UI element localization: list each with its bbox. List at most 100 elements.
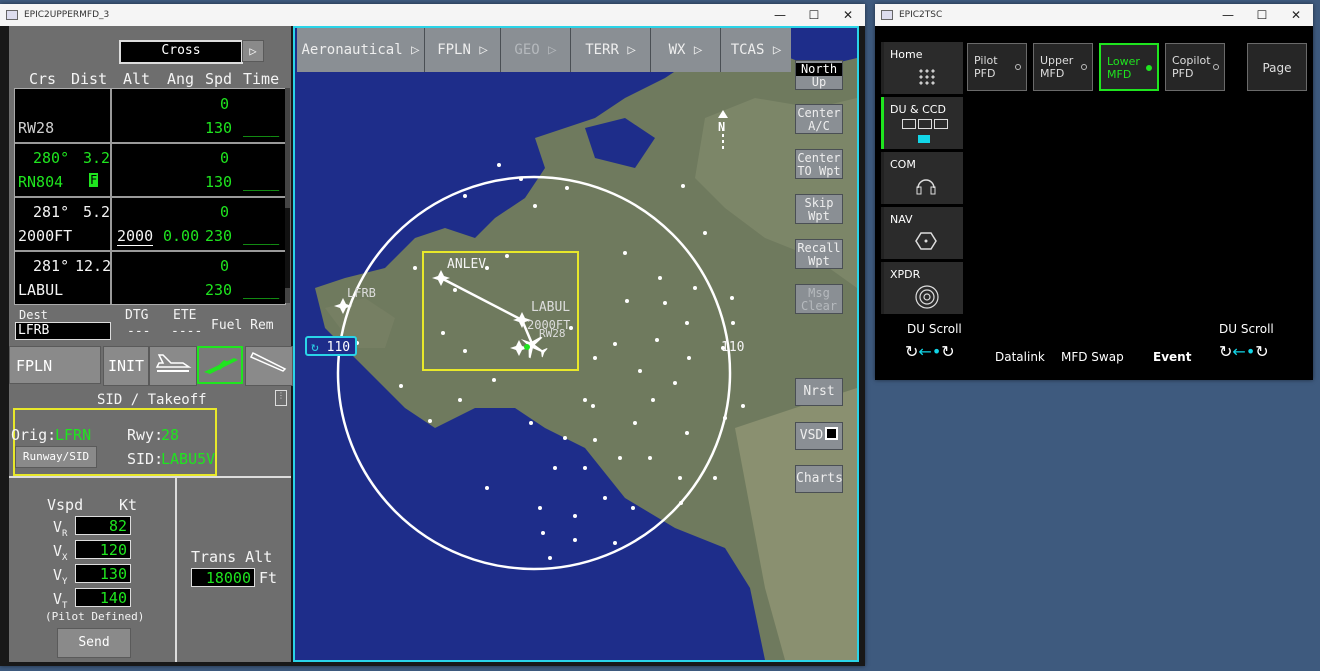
trans-alt-unit: Ft [259,569,278,587]
range-selector[interactable]: ↻ 110 [305,336,357,356]
send-button[interactable]: Send [57,628,131,658]
leg-spd-top: 0 [220,95,230,113]
orig-value: LFRN [55,426,92,444]
vr-label: VR [53,518,68,539]
tab-tcas[interactable]: TCAS ▷ [721,28,791,72]
lfrb-waypoint-icon [334,298,352,314]
side-home[interactable]: Home [881,42,963,94]
vt-label: VT [53,590,68,611]
upper-mfd-button[interactable]: Upper MFD [1033,43,1093,91]
map-overlay [334,110,745,571]
nrst-button[interactable]: Nrst [795,378,843,406]
center-ac-button[interactable]: Center A/C [795,104,843,134]
north-up-button[interactable]: North Up [795,60,843,90]
du-scroll-right-control[interactable]: ↻←•↻ [1219,342,1269,361]
display-units-icon [902,119,948,143]
dest-field[interactable]: LFRB [15,322,111,340]
leg-row[interactable]: 281° 12.2 LABUL 0 230 ____ [15,251,285,304]
hdr-time: Time [243,70,280,88]
leg-distance: 12.2 [75,257,112,275]
leg-flyover-flag: F [89,173,99,187]
datalink-button[interactable]: Datalink [995,350,1045,364]
tab-aeronautical[interactable]: Aeronautical ▷ [297,28,425,72]
leg-distance: 3.2 [83,149,111,167]
center-to-wpt-button[interactable]: Center TO Wpt [795,149,843,179]
fpln-button[interactable]: FPLN [9,346,101,384]
takeoff-button[interactable] [197,346,243,384]
maximize-button[interactable]: ☐ [1245,4,1279,26]
ete-label: ETE [173,308,197,323]
tab-wx[interactable]: WX ▷ [651,28,721,72]
radio-indicator [1213,64,1219,70]
side-com[interactable]: COM [881,152,963,204]
side-xpdr-label: XPDR [890,268,921,281]
fms-panel: Cross ▷ Crs Dist Alt Ang Spd Time RW28 0… [9,26,293,662]
legs-scrollbar[interactable] [285,88,290,303]
sid-value: LABU5V [161,450,216,468]
aircraft-ground-icon [155,354,192,372]
maximize-button[interactable]: ☐ [797,4,831,26]
taxi-button[interactable] [149,346,197,386]
vx-field[interactable]: 120 [75,540,131,559]
copilot-pfd-button[interactable]: Copilot PFD [1165,43,1225,91]
charts-button[interactable]: Charts [795,465,843,493]
runway-sid-button[interactable]: Runway/SID [15,446,97,468]
map-waypoint-dots [355,163,745,560]
side-nav[interactable]: NAV [881,207,963,259]
north-label: N [718,120,726,134]
side-du-ccd[interactable]: DU & CCD [881,97,963,149]
lower-mfd-button[interactable]: Lower MFD [1099,43,1159,91]
rwy-label: Rwy: [127,426,164,444]
minimize-button[interactable]: — [1211,4,1245,26]
leg-row[interactable]: 281° 5.2 2000FT 2000 0.00 0 230 ____ [15,197,285,252]
tab-fpln[interactable]: FPLN ▷ [425,28,501,72]
event-button[interactable]: Event [1153,350,1191,364]
pilot-pfd-button[interactable]: Pilot PFD [967,43,1027,91]
vr-field[interactable]: 82 [75,516,131,535]
skip-wpt-button[interactable]: Skip Wpt [795,194,843,224]
mfd-display: Cross ▷ Crs Dist Alt Ang Spd Time RW28 0… [0,26,865,666]
vt-field[interactable]: 140 [75,588,131,607]
radio-indicator [1015,64,1021,70]
leg-row[interactable]: 280° 3.2 RN804 F 0 130 ____ [15,143,285,198]
grid-icon [918,68,936,86]
du-scroll-left-control[interactable]: ↻←•↻ [905,342,955,361]
range-right-label: 110 [721,340,745,355]
side-xpdr[interactable]: XPDR [881,262,963,314]
labul-label: LABUL [531,300,571,315]
fms-mode-field[interactable]: Cross [119,40,243,64]
leg-waypoint: LABUL [18,281,64,299]
rwy-value: 28 [161,426,180,444]
orig-label: Orig: [11,426,57,444]
scroll-arrow-icon: ←• [918,342,942,361]
leg-time: ____ [243,227,280,245]
close-button[interactable]: ✕ [831,4,865,26]
dtg-label: DTG [125,308,149,323]
leg-row[interactable]: RW28 0 130 ____ [15,89,285,144]
hdr-dist: Dist [71,70,108,88]
recall-wpt-button[interactable]: Recall Wpt [795,239,843,269]
leg-spd-top: 0 [220,149,230,167]
legs-scroll-thumb[interactable] [285,208,290,288]
tab-geo[interactable]: GEO ▷ [501,28,571,72]
landing-button[interactable] [245,346,293,386]
tab-terr[interactable]: TERR ▷ [571,28,651,72]
page-menu-icon[interactable]: ⋮ [275,390,287,406]
msg-clear-button[interactable]: Msg Clear [795,284,843,314]
mfd-swap-button[interactable]: MFD Swap [1061,350,1124,364]
anlev-waypoint-icon [432,270,450,286]
minimize-button[interactable]: — [763,4,797,26]
nav-map[interactable]: N ANLEV LABUL 2000FT RW28 LFRB 110 ↻ 110… [293,26,859,662]
init-button[interactable]: INIT [103,346,149,386]
page-button[interactable]: Page [1247,43,1307,91]
close-button[interactable]: ✕ [1279,4,1313,26]
headset-icon [916,179,936,195]
trans-alt-field[interactable]: 18000 [191,568,255,587]
fms-mode-arrow[interactable]: ▷ [242,40,264,62]
leg-course: 281° [33,203,70,221]
transponder-icon [915,285,939,309]
vsd-button[interactable]: VSD [795,422,843,450]
app-icon [6,10,18,20]
vy-field[interactable]: 130 [75,564,131,583]
leg-course: 281° [33,257,70,275]
